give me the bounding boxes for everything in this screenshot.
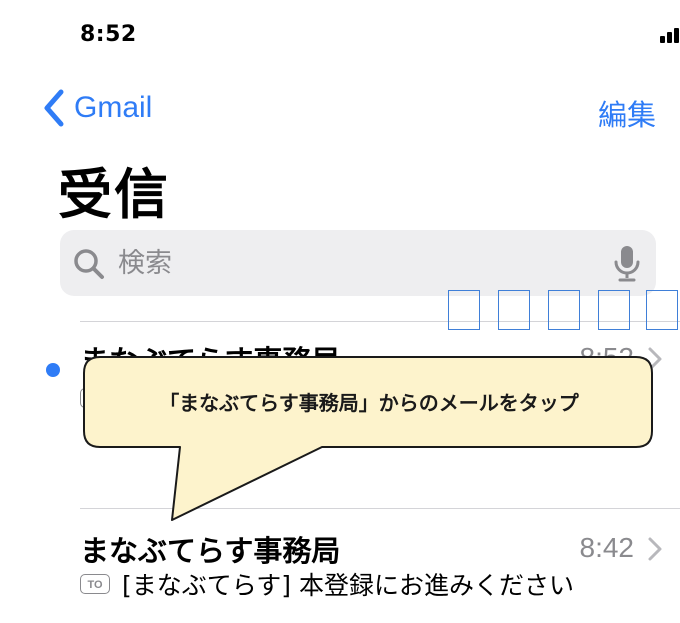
- unread-indicator: [46, 363, 60, 377]
- navigation-bar: Gmail 編集: [0, 80, 680, 136]
- status-time: 8:52: [80, 22, 137, 47]
- page-title: 受信: [58, 163, 170, 226]
- edit-button[interactable]: 編集: [598, 92, 656, 134]
- status-bar: 8:52 27: [0, 0, 680, 70]
- list-divider-middle: [80, 508, 680, 509]
- chevron-left-icon: [44, 89, 64, 127]
- missing-glyph-box: [646, 290, 678, 330]
- missing-glyph-box: [548, 290, 580, 330]
- to-badge: TO: [80, 388, 110, 408]
- mail-sender: まなぶてらす事務局: [80, 344, 341, 378]
- list-divider-top: [80, 321, 680, 322]
- missing-glyph-box: [498, 290, 530, 330]
- missing-glyph-box: [448, 290, 480, 330]
- mail-row-unread[interactable]: まなぶてらす事務局 8:52 TO: [0, 338, 680, 448]
- mail-inbox-screen: 8:52 27 Gmail 編集 受信: [0, 0, 680, 623]
- chevron-right-icon: [648, 537, 662, 561]
- mail-time: 8:42: [579, 532, 635, 563]
- microphone-icon[interactable]: [612, 244, 642, 284]
- search-input[interactable]: [118, 243, 578, 283]
- mail-time: 8:52: [579, 342, 635, 373]
- search-icon: [74, 249, 104, 279]
- to-badge: TO: [80, 574, 110, 594]
- chevron-right-icon: [648, 347, 662, 371]
- signal-icon: [660, 23, 680, 45]
- back-label: Gmail: [74, 91, 153, 124]
- search-bar[interactable]: [60, 230, 656, 296]
- missing-glyph-box: [598, 290, 630, 330]
- mail-sender: まなぶてらす事務局: [80, 534, 341, 568]
- back-button[interactable]: Gmail: [42, 86, 152, 130]
- mail-row[interactable]: まなぶてらす事務局 8:42 TO [まなぶてらす] 本登録にお進みください: [0, 528, 680, 623]
- mail-subject: [まなぶてらす] 本登録にお進みください: [122, 571, 574, 600]
